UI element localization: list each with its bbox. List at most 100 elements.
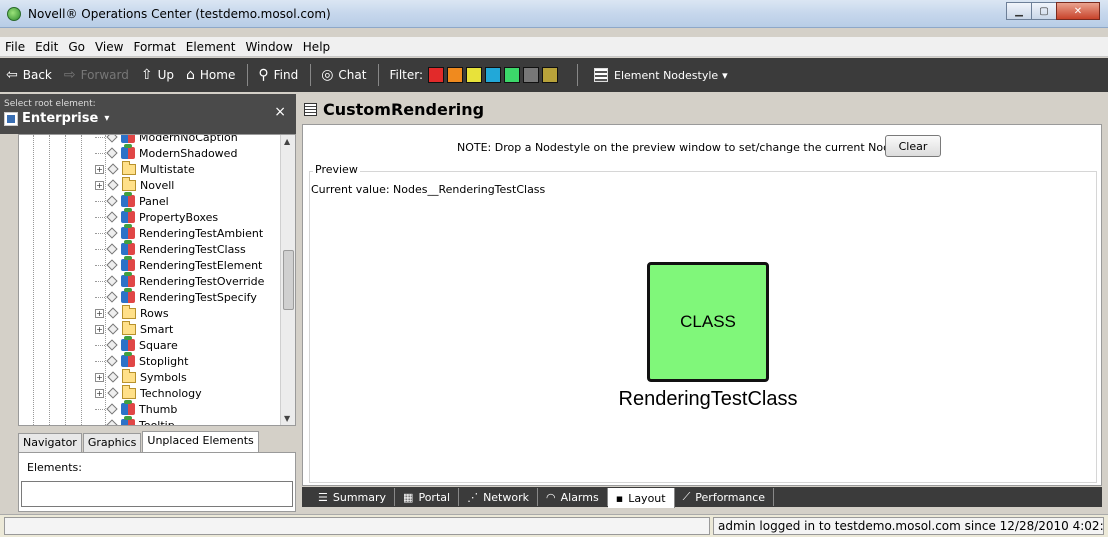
- tree-item[interactable]: Tooltip: [95, 416, 175, 425]
- condition-diamond-icon: [106, 243, 118, 255]
- tab-label: Network: [483, 490, 529, 504]
- nodestyle-icon: [121, 400, 135, 415]
- clear-button[interactable]: Clear: [885, 135, 941, 157]
- up-button[interactable]: ⇧ Up: [141, 67, 174, 83]
- filter-swatch-3[interactable]: [485, 67, 502, 83]
- find-label: Find: [273, 68, 299, 82]
- tree-item[interactable]: RenderingTestClass: [95, 240, 246, 257]
- menu-go[interactable]: Go: [67, 40, 86, 54]
- tab-unplaced-elements[interactable]: Unplaced Elements: [142, 431, 259, 452]
- condition-diamond-icon: [107, 179, 119, 191]
- expand-toggle-icon[interactable]: +: [95, 180, 104, 190]
- tab-performance[interactable]: ⟋ Performance: [675, 488, 775, 506]
- up-label: Up: [157, 68, 175, 82]
- tab-layout[interactable]: ▪ Layout: [607, 488, 675, 508]
- scrollbar-thumb[interactable]: [283, 250, 294, 310]
- elements-field[interactable]: [21, 481, 293, 507]
- back-label: Back: [22, 68, 52, 82]
- tab-navigator[interactable]: Navigator: [18, 433, 82, 452]
- menu-element[interactable]: Element: [185, 40, 237, 54]
- expand-toggle-icon[interactable]: +: [95, 324, 104, 334]
- window-controls: ▁ ▢ ✕: [1006, 2, 1100, 20]
- scroll-down-icon[interactable]: ▼: [284, 414, 290, 423]
- condition-diamond-icon: [106, 135, 118, 143]
- tree-item[interactable]: Square: [95, 336, 178, 353]
- close-icon: ✕: [1073, 5, 1083, 17]
- condition-diamond-icon: [106, 403, 118, 415]
- tree-item-label: Novell: [140, 178, 175, 192]
- tab-label: Summary: [332, 490, 387, 504]
- filter-swatch-1[interactable]: [447, 67, 464, 83]
- filter-swatch-2[interactable]: [466, 67, 483, 83]
- scroll-up-icon[interactable]: ▲: [284, 137, 290, 146]
- tree-item[interactable]: RenderingTestOverride: [95, 272, 264, 289]
- menu-bar: File Edit Go View Format Element Window …: [0, 37, 1108, 57]
- tab-summary[interactable]: ☰ Summary: [310, 488, 396, 506]
- tab-portal[interactable]: ▦ Portal: [395, 488, 460, 506]
- menu-help[interactable]: Help: [302, 40, 331, 54]
- expand-toggle-icon[interactable]: +: [95, 388, 104, 398]
- tree-connector: [95, 424, 105, 425]
- tab-graphics[interactable]: Graphics: [82, 433, 142, 452]
- menu-view[interactable]: View: [94, 40, 124, 54]
- tree-item[interactable]: RenderingTestAmbient: [95, 224, 263, 241]
- title-bar: Novell® Operations Center (testdemo.moso…: [0, 0, 1108, 28]
- expand-toggle-icon[interactable]: +: [95, 372, 104, 382]
- select-root-label: Select root element:: [4, 99, 96, 109]
- expand-toggle-icon[interactable]: +: [95, 308, 104, 318]
- condition-diamond-icon: [106, 291, 118, 303]
- tree-item[interactable]: Thumb: [95, 400, 178, 417]
- menu-format[interactable]: Format: [132, 40, 176, 54]
- menu-file[interactable]: File: [4, 40, 26, 54]
- close-button[interactable]: ✕: [1056, 2, 1100, 20]
- tree-item[interactable]: RenderingTestSpecify: [95, 288, 257, 305]
- maximize-button[interactable]: ▢: [1031, 2, 1057, 20]
- tab-label: Portal: [418, 490, 451, 504]
- find-button[interactable]: ⚲ Find: [258, 67, 298, 83]
- toolbar: ⇦ Back ⇨ Forward ⇧ Up ⌂ Home ⚲ Find ◎ Ch…: [0, 58, 1108, 92]
- window-title: Novell® Operations Center (testdemo.moso…: [28, 7, 331, 21]
- tree-item[interactable]: + Rows: [95, 304, 169, 321]
- tree-item[interactable]: + Multistate: [95, 160, 195, 177]
- filter-swatch-0[interactable]: [428, 67, 445, 83]
- tree-item[interactable]: + Symbols: [95, 368, 187, 385]
- tree-item[interactable]: + Smart: [95, 320, 173, 337]
- tree-scrollbar[interactable]: ▲ ▼: [280, 135, 295, 425]
- filter-swatch-6[interactable]: [542, 67, 559, 83]
- tree-item[interactable]: ModernNoCaption: [95, 135, 238, 145]
- tree-item[interactable]: + Novell: [95, 176, 175, 193]
- node-text: CLASS: [680, 312, 736, 331]
- tree-item[interactable]: Panel: [95, 192, 169, 209]
- toolbar-divider: [310, 64, 312, 86]
- tree-item-label: Multistate: [140, 162, 195, 176]
- element-nodestyle-dropdown[interactable]: Element Nodestyle ▾: [594, 68, 728, 82]
- back-button[interactable]: ⇦ Back: [6, 67, 52, 83]
- minimize-button[interactable]: ▁: [1006, 2, 1032, 20]
- tree-connector: [95, 248, 105, 250]
- tree-item-label: RenderingTestSpecify: [139, 290, 257, 304]
- menu-edit[interactable]: Edit: [34, 40, 59, 54]
- expand-toggle-icon[interactable]: +: [95, 164, 104, 174]
- filter-swatch-5[interactable]: [523, 67, 540, 83]
- home-button[interactable]: ⌂ Home: [186, 67, 235, 83]
- forward-button[interactable]: ⇨ Forward: [64, 67, 129, 83]
- tree-item[interactable]: RenderingTestElement: [95, 256, 262, 273]
- tab-alarms[interactable]: ◠ Alarms: [538, 488, 608, 506]
- condition-diamond-icon: [106, 355, 118, 367]
- tree-item-label: Thumb: [139, 402, 178, 416]
- root-element-dropdown[interactable]: Enterprise ▾: [4, 111, 109, 126]
- tree-item[interactable]: PropertyBoxes: [95, 208, 218, 225]
- search-icon: ⚲: [258, 67, 269, 83]
- preview-node[interactable]: CLASS: [647, 262, 769, 382]
- tree-item[interactable]: + Technology: [95, 384, 202, 401]
- layout-icon: ▪: [615, 491, 624, 505]
- tree-item[interactable]: ModernShadowed: [95, 144, 237, 161]
- tab-network[interactable]: ⋰ Network: [459, 488, 538, 506]
- tree-item[interactable]: Stoplight: [95, 352, 188, 369]
- close-panel-icon[interactable]: ×: [274, 104, 286, 120]
- folder-icon: [122, 384, 136, 399]
- forward-arrow-icon: ⇨: [63, 67, 76, 83]
- filter-swatch-4[interactable]: [504, 67, 521, 83]
- menu-window[interactable]: Window: [244, 40, 293, 54]
- chat-button[interactable]: ◎ Chat: [321, 67, 366, 83]
